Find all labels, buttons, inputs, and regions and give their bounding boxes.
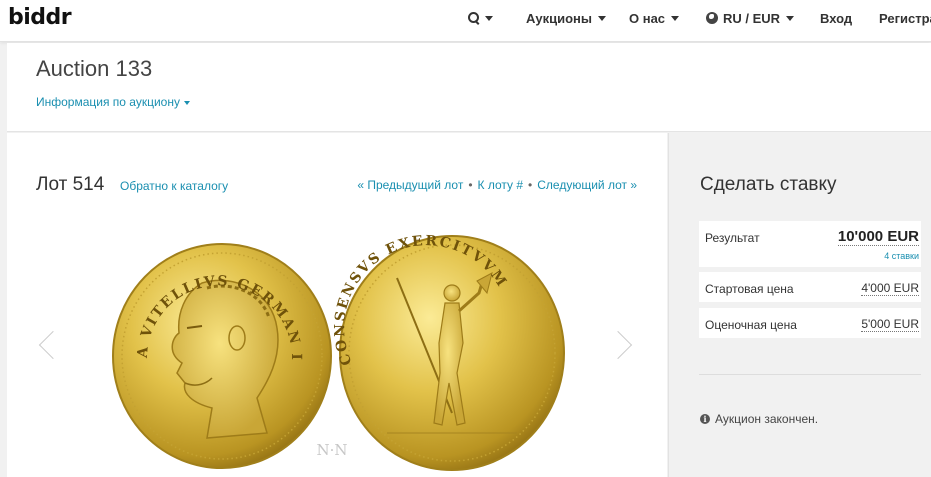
result-label: Результат: [705, 231, 760, 245]
register-link[interactable]: Регистра: [879, 0, 931, 42]
chevron-down-icon: [485, 16, 493, 22]
lot-title: Лот 514: [36, 174, 105, 195]
chevron-down-icon: [671, 16, 680, 22]
bid-panel: Сделать ставку Результат 10'000 EUR 4 ст…: [668, 133, 931, 477]
auction-closed-text: Аукцион закончен.: [715, 412, 819, 426]
auction-info-toggle[interactable]: Информация по аукциону: [36, 95, 190, 109]
coin-image[interactable]: A VITELLIVS GERMAN IMP CONSENSVS EXERCIT…: [107, 233, 567, 477]
page-title: Auction 133: [36, 56, 153, 81]
globe-icon: [706, 11, 718, 24]
estimate-value: 5'000 EUR: [861, 317, 919, 332]
next-lot-link[interactable]: Следующий лот »: [537, 178, 637, 192]
auction-header: Auction 133 Информация по аукциону: [7, 43, 931, 132]
start-price-row: Стартовая цена 4'000 EUR: [699, 272, 921, 302]
nav-about[interactable]: О нас: [629, 0, 680, 42]
locale-label: RU / EUR: [723, 11, 781, 26]
bid-panel-title: Сделать ставку: [700, 174, 837, 195]
nav-auctions-label: Аукционы: [526, 11, 593, 26]
separator-dot: •: [468, 178, 473, 192]
lot-navigation: « Предыдущий лот • К лоту # • Следующий лот …: [357, 178, 637, 192]
estimate-row: Оценочная цена 5'000 EUR: [699, 308, 921, 338]
auction-closed-notice: i Аукцион закончен.: [700, 412, 818, 426]
estimate-label: Оценочная цена: [705, 318, 797, 332]
watermark-logo: N·N: [316, 441, 347, 459]
goto-lot-link[interactable]: К лоту #: [478, 178, 524, 192]
result-value: 10'000 EUR: [837, 228, 919, 246]
nav-auctions[interactable]: Аукционы: [526, 0, 607, 42]
lot-panel: Лот 514 Обратно к каталогу « Предыдущий …: [7, 133, 667, 477]
start-price-value: 4'000 EUR: [861, 281, 919, 296]
obverse-coin: A VITELLIVS GERMAN IMP: [107, 233, 332, 469]
separator-dot: •: [528, 178, 533, 192]
search-icon: [468, 12, 479, 24]
search-dropdown[interactable]: [468, 0, 493, 42]
nav-about-label: О нас: [629, 11, 666, 26]
auction-info-label: Информация по аукциону: [36, 95, 180, 109]
site-logo[interactable]: biddr: [8, 5, 72, 30]
previous-lot-link[interactable]: « Предыдущий лот: [357, 178, 463, 192]
reverse-coin: CONSENSVS EXERCITVVM: [332, 233, 565, 471]
login-link[interactable]: Вход: [820, 0, 852, 42]
carousel-next-arrow-icon[interactable]: [603, 330, 633, 360]
carousel-prev-arrow-icon[interactable]: [38, 330, 68, 360]
info-icon: i: [700, 413, 710, 424]
back-to-catalog-link[interactable]: Обратно к каталогу: [120, 179, 228, 193]
divider: [699, 374, 921, 375]
start-price-label: Стартовая цена: [705, 282, 794, 296]
chevron-down-icon: [183, 100, 190, 105]
top-navbar: biddr Аукционы О нас RU / EUR Вход Регис…: [0, 0, 931, 42]
chevron-down-icon: [786, 16, 795, 22]
bids-count-link[interactable]: 4 ставки: [884, 251, 919, 261]
locale-selector[interactable]: RU / EUR: [706, 0, 795, 42]
chevron-down-icon: [598, 16, 607, 22]
result-row: Результат 10'000 EUR 4 ставки: [699, 221, 921, 267]
